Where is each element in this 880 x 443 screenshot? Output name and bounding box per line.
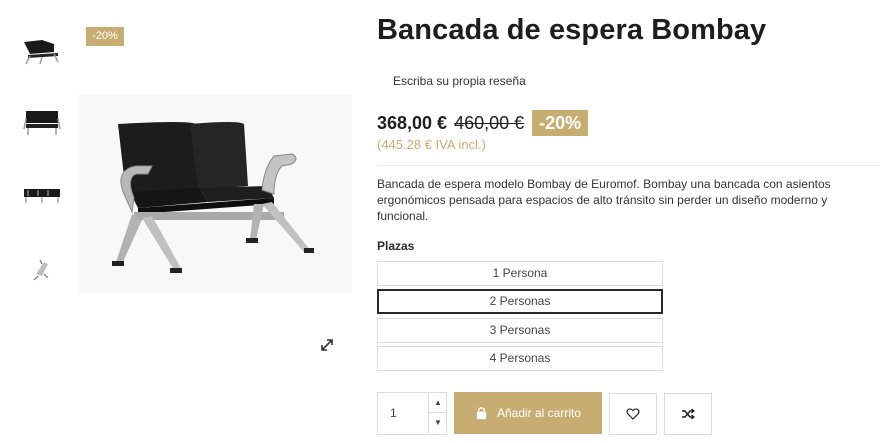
compare-button[interactable]	[664, 393, 712, 435]
write-review-link[interactable]: Escriba su propia reseña	[393, 74, 526, 88]
heart-icon	[626, 408, 640, 420]
variant-option-4-personas[interactable]: 4 Personas	[377, 346, 663, 371]
current-price: 368,00 €	[377, 112, 448, 133]
expand-icon[interactable]	[320, 338, 334, 352]
discount-badge: -20%	[86, 27, 124, 46]
quantity-stepper: 1 ▲ ▼	[377, 392, 447, 435]
quantity-increase-icon[interactable]: ▲	[428, 393, 447, 413]
thumbnail-1[interactable]	[14, 22, 70, 78]
thumbnail-4[interactable]	[14, 240, 70, 296]
variant-option-1-persona[interactable]: 1 Persona	[377, 261, 663, 286]
tax-note: (445.28 € IVA incl.)	[377, 137, 486, 152]
add-to-cart-label: Añadir al carrito	[496, 406, 582, 420]
variant-option-2-personas[interactable]: 2 Personas	[377, 289, 663, 314]
shopping-bag-icon	[476, 406, 487, 419]
wishlist-button[interactable]	[609, 393, 657, 435]
thumbnail-2[interactable]	[14, 95, 70, 151]
variant-label: Plazas	[377, 239, 415, 253]
old-price: 460,00 €	[454, 112, 525, 133]
thumbnail-3[interactable]	[14, 167, 70, 223]
quantity-decrease-icon[interactable]: ▼	[428, 413, 447, 433]
shuffle-icon	[682, 408, 695, 420]
discount-badge-large: -20%	[532, 110, 589, 136]
product-image[interactable]	[78, 94, 352, 293]
product-description: Bancada de espera modelo Bombay de Eurom…	[377, 177, 831, 223]
variant-option-3-personas[interactable]: 3 Personas	[377, 318, 663, 343]
product-title: Bancada de espera Bombay	[377, 14, 767, 46]
add-to-cart-button[interactable]: Añadir al carrito	[454, 392, 602, 434]
divider	[377, 165, 880, 166]
price-row: 368,00 € 460,00 € -20%	[377, 110, 589, 136]
quantity-input[interactable]: 1	[378, 393, 428, 434]
